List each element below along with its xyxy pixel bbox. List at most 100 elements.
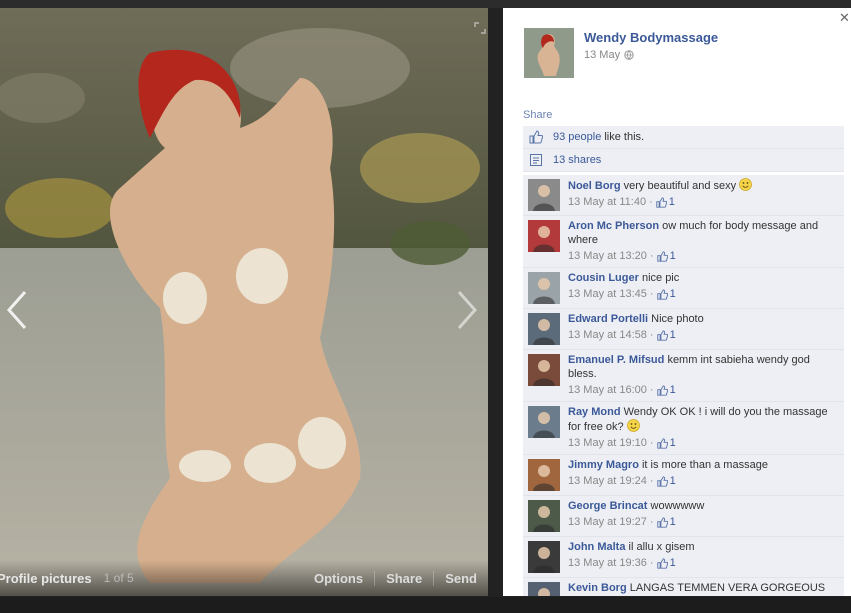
comment-timestamp[interactable]: 13 May at 16:00 bbox=[568, 383, 647, 397]
comment-line: Ray Mond Wendy OK OK ! i will do you the… bbox=[568, 405, 838, 434]
avatar[interactable] bbox=[528, 406, 560, 438]
thumbs-up-icon[interactable] bbox=[656, 516, 668, 528]
comment-item: Aron Mc Pherson ow much for body message… bbox=[523, 216, 844, 268]
commenter-name[interactable]: Emanuel P. Mifsud bbox=[568, 354, 664, 366]
comment-text: nice pic bbox=[641, 272, 680, 284]
shares-icon bbox=[530, 154, 542, 166]
thumbs-up-icon[interactable] bbox=[656, 437, 668, 449]
close-icon[interactable]: ✕ bbox=[839, 10, 851, 25]
background-page-bottom bbox=[0, 597, 851, 613]
feedback-summary: 93 people like this. 13 shares bbox=[523, 126, 844, 172]
comment-like-count[interactable]: 1 bbox=[670, 383, 676, 397]
avatar[interactable] bbox=[528, 459, 560, 491]
comment-body: Noel Borg very beautiful and sexy 13 May … bbox=[568, 178, 753, 211]
comment-text: very beautiful and sexy bbox=[623, 180, 737, 192]
comment-meta: 13 May at 19:36 · 1 bbox=[568, 556, 695, 570]
photo-actions: Options Share Send bbox=[303, 570, 488, 586]
thumbs-up-icon bbox=[529, 130, 543, 144]
comment-like-count[interactable]: 1 bbox=[670, 249, 676, 263]
share-photo-button[interactable]: Share bbox=[374, 570, 433, 586]
separator: · bbox=[649, 384, 654, 396]
share-link[interactable]: Share bbox=[523, 109, 552, 121]
comment-line: Edward Portelli Nice photo bbox=[568, 312, 704, 326]
comment-text: il allu x gisem bbox=[628, 541, 695, 553]
likes-count-link[interactable]: 93 people bbox=[553, 131, 601, 143]
comment-body: Edward Portelli Nice photo 13 May at 14:5… bbox=[568, 312, 704, 345]
previous-photo-arrow[interactable] bbox=[2, 288, 32, 332]
commenter-name[interactable]: Ray Mond bbox=[568, 406, 621, 418]
comment-meta: 13 May at 13:20 · 1 bbox=[568, 249, 838, 263]
comment-timestamp[interactable]: 13 May at 19:10 bbox=[568, 436, 647, 450]
comment-timestamp[interactable]: 13 May at 19:27 bbox=[568, 515, 647, 529]
owner-header: Wendy Bodymassage 13 May bbox=[524, 28, 718, 78]
photo-position: 1 of 5 bbox=[103, 571, 134, 585]
comment-timestamp[interactable]: 13 May at 19:36 bbox=[568, 556, 647, 570]
avatar[interactable] bbox=[528, 220, 560, 252]
thumbs-up-icon[interactable] bbox=[656, 557, 668, 569]
shares-row: 13 shares bbox=[523, 149, 844, 172]
post-date-text[interactable]: 13 May bbox=[584, 49, 620, 61]
avatar[interactable] bbox=[528, 541, 560, 573]
comment-text: LANGAS TEMMEN VERA GORGEOUS bbox=[629, 582, 826, 594]
comment-body: Jimmy Magro it is more than a massage 13 … bbox=[568, 458, 768, 491]
avatar[interactable] bbox=[524, 28, 574, 78]
comment-line: Jimmy Magro it is more than a massage bbox=[568, 458, 768, 472]
photo-stage: Profile pictures 1 of 5 Options Share Se… bbox=[0, 8, 488, 596]
comment-timestamp[interactable]: 13 May at 14:58 bbox=[568, 328, 647, 342]
avatar[interactable] bbox=[528, 179, 560, 211]
next-photo-arrow[interactable] bbox=[452, 288, 482, 332]
comment-timestamp[interactable]: 13 May at 11:40 bbox=[568, 195, 646, 209]
comment-body: Emanuel P. Mifsud kemm int sabieha wendy… bbox=[568, 353, 838, 397]
avatar[interactable] bbox=[528, 582, 560, 596]
comment-item: Edward Portelli Nice photo 13 May at 14:5… bbox=[523, 309, 844, 350]
chevron-right-icon bbox=[457, 291, 478, 329]
thumbs-up-icon[interactable] bbox=[656, 329, 668, 341]
comment-meta: 13 May at 13:45 · 1 bbox=[568, 287, 679, 301]
photo-action-bar: Profile pictures 1 of 5 Options Share Se… bbox=[0, 560, 488, 596]
separator: · bbox=[649, 557, 654, 569]
commenter-name[interactable]: Jimmy Magro bbox=[568, 459, 639, 471]
fullscreen-icon[interactable] bbox=[474, 22, 486, 34]
commenter-name[interactable]: Aron Mc Pherson bbox=[568, 220, 659, 232]
album-link[interactable]: Profile pictures bbox=[0, 571, 92, 586]
owner-avatar-image bbox=[524, 28, 574, 78]
comment-like-count[interactable]: 1 bbox=[670, 474, 676, 488]
comment-item: John Malta il allu x gisem 13 May at 19:3… bbox=[523, 537, 844, 578]
globe-icon bbox=[624, 50, 634, 60]
options-button[interactable]: Options bbox=[303, 571, 374, 586]
owner-name[interactable]: Wendy Bodymassage bbox=[584, 30, 718, 45]
comment-timestamp[interactable]: 13 May at 13:45 bbox=[568, 287, 647, 301]
comment-text: it is more than a massage bbox=[641, 459, 768, 471]
comment-meta: 13 May at 16:00 · 1 bbox=[568, 383, 838, 397]
separator: · bbox=[649, 250, 654, 262]
comment-like-count[interactable]: 1 bbox=[670, 328, 676, 342]
commenter-name[interactable]: John Malta bbox=[568, 541, 625, 553]
comment-like-count[interactable]: 1 bbox=[670, 515, 676, 529]
avatar[interactable] bbox=[528, 354, 560, 386]
comment-like-count[interactable]: 1 bbox=[670, 287, 676, 301]
comment-item: Noel Borg very beautiful and sexy 13 May … bbox=[523, 175, 844, 216]
thumbs-up-icon[interactable] bbox=[656, 250, 668, 262]
comment-like-count[interactable]: 1 bbox=[670, 436, 676, 450]
comment-timestamp[interactable]: 13 May at 19:24 bbox=[568, 474, 647, 488]
comment-timestamp[interactable]: 13 May at 13:20 bbox=[568, 249, 647, 263]
thumbs-up-icon[interactable] bbox=[656, 196, 667, 208]
shares-count-link[interactable]: 13 shares bbox=[553, 154, 601, 166]
commenter-name[interactable]: Kevin Borg bbox=[568, 582, 627, 594]
thumbs-up-icon[interactable] bbox=[656, 384, 668, 396]
comment-like-count[interactable]: 1 bbox=[669, 195, 675, 209]
avatar[interactable] bbox=[528, 313, 560, 345]
comment-like-count[interactable]: 1 bbox=[670, 556, 676, 570]
likes-row: 93 people like this. bbox=[523, 126, 844, 149]
avatar[interactable] bbox=[528, 500, 560, 532]
avatar[interactable] bbox=[528, 272, 560, 304]
thumbs-up-icon[interactable] bbox=[656, 475, 668, 487]
chevron-left-icon bbox=[6, 291, 27, 329]
commenter-name[interactable]: George Brincat bbox=[568, 500, 647, 512]
send-button[interactable]: Send bbox=[433, 570, 488, 586]
commenter-name[interactable]: Edward Portelli bbox=[568, 313, 648, 325]
commenter-name[interactable]: Noel Borg bbox=[568, 180, 621, 192]
commenter-name[interactable]: Cousin Luger bbox=[568, 272, 639, 284]
separator: · bbox=[649, 288, 654, 300]
thumbs-up-icon[interactable] bbox=[656, 288, 668, 300]
